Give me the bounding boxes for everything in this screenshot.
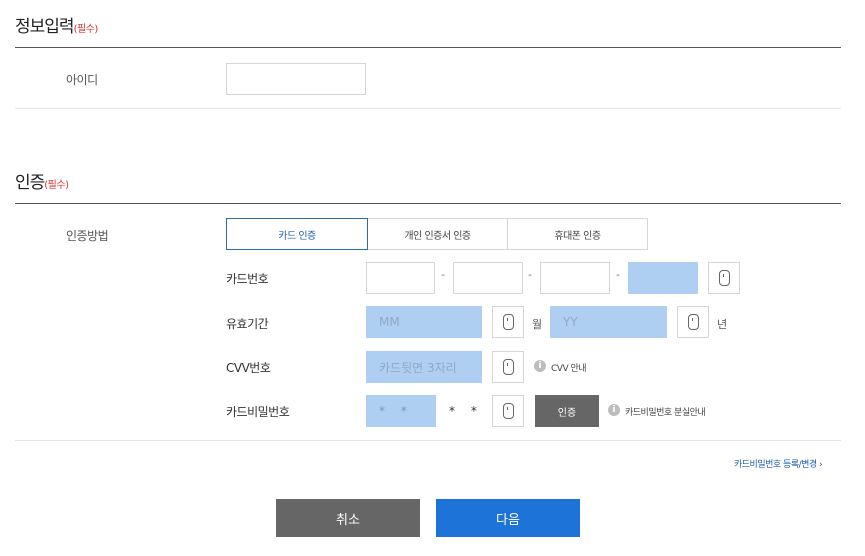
card-password-masked-digits: * * bbox=[449, 404, 483, 418]
info-required-mark: (필수) bbox=[73, 24, 99, 35]
card-number-dash: - bbox=[528, 268, 532, 281]
auth-method-label: 인증방법 bbox=[66, 229, 109, 243]
card-number-field-2[interactable] bbox=[453, 262, 523, 294]
card-password-label: 카드비밀번호 bbox=[226, 405, 290, 419]
auth-bottom-divider bbox=[15, 440, 841, 441]
card-number-dash: - bbox=[441, 268, 445, 281]
password-lost-info-link[interactable]: 카드비밀번호 분실안내 bbox=[625, 405, 706, 418]
id-input[interactable] bbox=[226, 63, 366, 95]
card-number-field-3[interactable] bbox=[540, 262, 610, 294]
card-number-dash: - bbox=[616, 268, 620, 281]
month-unit: 월 bbox=[532, 318, 543, 331]
tab-phone-auth[interactable]: 휴대폰 인증 bbox=[507, 218, 648, 250]
info-icon: i bbox=[608, 404, 620, 416]
year-unit: 년 bbox=[717, 318, 728, 331]
auth-title: 인증 bbox=[15, 173, 45, 193]
tab-card-auth[interactable]: 카드 인증 bbox=[226, 218, 368, 250]
auth-divider bbox=[15, 203, 841, 204]
info-divider bbox=[15, 47, 841, 48]
auth-required-mark: (필수) bbox=[44, 180, 69, 191]
card-number-field-4-secure[interactable] bbox=[628, 262, 698, 294]
keyboard-icon[interactable] bbox=[492, 395, 524, 427]
info-icon: i bbox=[534, 360, 546, 372]
cancel-button[interactable]: 취소 bbox=[276, 499, 420, 537]
keyboard-icon[interactable] bbox=[677, 306, 709, 338]
expiry-month-input[interactable]: MM bbox=[366, 306, 482, 338]
card-password-input[interactable]: * * bbox=[366, 395, 436, 427]
expiry-year-input[interactable]: YY bbox=[550, 306, 667, 338]
card-number-field-1[interactable] bbox=[366, 262, 435, 294]
card-number-label: 카드번호 bbox=[226, 272, 269, 286]
expiry-label: 유효기간 bbox=[226, 317, 269, 331]
id-label: 아이디 bbox=[66, 73, 98, 87]
auth-section-title: 인증(필수) bbox=[15, 168, 69, 193]
info-section-title: 정보입력(필수) bbox=[15, 12, 98, 37]
next-button[interactable]: 다음 bbox=[436, 499, 580, 537]
keyboard-icon[interactable] bbox=[492, 351, 524, 383]
keyboard-icon[interactable] bbox=[708, 262, 740, 294]
keyboard-icon[interactable] bbox=[492, 306, 524, 338]
info-bottom-divider bbox=[15, 108, 841, 109]
info-title: 정보입력 bbox=[15, 17, 75, 37]
tab-certificate-auth[interactable]: 개인 인증서 인증 bbox=[367, 218, 508, 250]
verify-button[interactable]: 인증 bbox=[535, 395, 599, 427]
cvv-label: CVV번호 bbox=[226, 361, 271, 375]
cvv-info-link[interactable]: CVV 안내 bbox=[551, 361, 587, 374]
cvv-input[interactable]: 카드뒷면 3자리 bbox=[366, 351, 482, 383]
register-password-link[interactable]: 카드비밀번호 등록/변경 › bbox=[734, 457, 823, 470]
